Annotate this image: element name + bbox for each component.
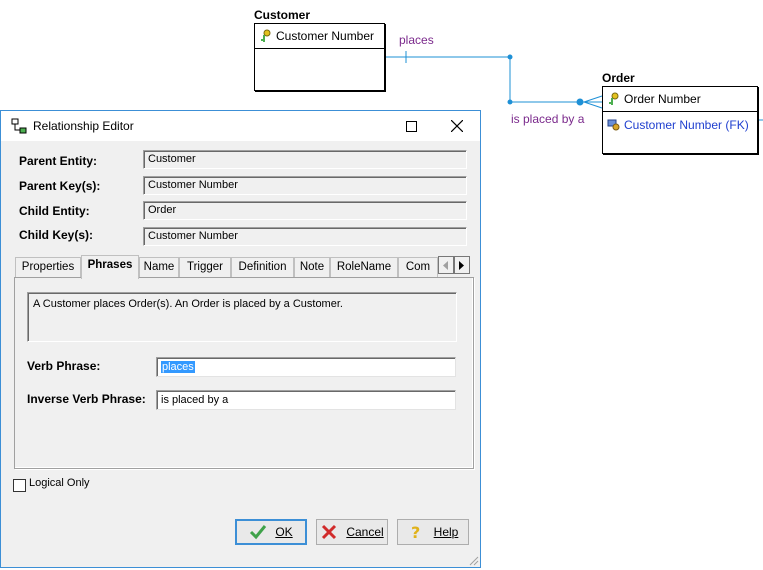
tab-name[interactable]: Name (139, 257, 179, 277)
inverse-verb-phrase-label: Inverse Verb Phrase: (27, 392, 146, 406)
child-keys-label: Child Key(s): (19, 228, 94, 242)
parent-keys-label: Parent Key(s): (19, 179, 101, 193)
ok-button[interactable]: OK (235, 519, 307, 545)
child-keys-field: Customer Number (143, 227, 467, 246)
verb-phrase-input[interactable]: places (156, 357, 456, 377)
chevron-right-icon (459, 260, 464, 270)
customer-entity-title[interactable]: Customer (254, 8, 310, 22)
child-entity-label: Child Entity: (19, 204, 90, 218)
logical-only-label: Logical Only (29, 477, 90, 489)
order-entity-box[interactable]: Order Number Customer Number (FK) (602, 86, 758, 154)
tab-definition[interactable]: Definition (231, 257, 294, 277)
child-entity-field: Order (143, 201, 467, 220)
tab-trigger[interactable]: Trigger (179, 257, 231, 277)
inverse-verb-phrase-input[interactable]: is placed by a (156, 390, 456, 410)
key-icon (609, 92, 619, 105)
close-button[interactable] (434, 111, 480, 141)
cancel-x-icon (322, 524, 337, 540)
key-icon (261, 29, 271, 42)
svg-text:?: ? (411, 523, 420, 541)
parent-entity-label: Parent Entity: (19, 154, 98, 168)
cancel-label: Cancel (346, 525, 384, 539)
customer-entity-box[interactable]: Customer Number (254, 23, 385, 91)
customer-key-row[interactable]: Customer Number (255, 24, 384, 49)
foreign-key-icon (607, 119, 620, 131)
phrase-description: A Customer places Order(s). An Order is … (27, 292, 457, 342)
phrases-tab-panel: A Customer places Order(s). An Order is … (14, 277, 474, 469)
cancel-button[interactable]: Cancel (316, 519, 388, 545)
help-button[interactable]: ? Help (397, 519, 469, 545)
tab-comments[interactable]: Com (398, 257, 438, 277)
tab-rolename[interactable]: RoleName (330, 257, 398, 277)
chevron-left-icon (443, 260, 448, 270)
tab-strip: Properties Phrases Name Trigger Definiti… (15, 255, 471, 279)
customer-key-label: Customer Number (276, 29, 375, 43)
checkmark-icon (250, 525, 267, 540)
order-fk-label: Customer Number (FK) (624, 118, 749, 132)
verb-phrase-label[interactable]: places (399, 33, 434, 47)
dialog-titlebar[interactable]: Relationship Editor (1, 111, 480, 141)
help-question-icon: ? (411, 523, 420, 541)
relationship-app-icon (11, 118, 27, 134)
order-entity-title[interactable]: Order (602, 71, 635, 85)
tab-scroll-right[interactable] (454, 256, 470, 274)
maximize-icon (405, 120, 417, 132)
logical-only-checkbox[interactable] (13, 479, 26, 492)
verb-phrase-label: Verb Phrase: (27, 359, 101, 373)
dialog-title: Relationship Editor (33, 119, 134, 133)
inverse-phrase-label[interactable]: is placed by a (511, 112, 584, 126)
verb-phrase-selected-text: places (161, 361, 195, 373)
ok-label: OK (275, 525, 293, 539)
tab-properties[interactable]: Properties (15, 257, 81, 277)
help-label: Help (433, 525, 459, 539)
resize-grip-icon[interactable] (467, 554, 479, 566)
order-key-label: Order Number (624, 92, 701, 106)
tab-phrases[interactable]: Phrases (81, 255, 139, 279)
tab-note[interactable]: Note (294, 257, 330, 277)
maximize-button[interactable] (388, 111, 434, 141)
parent-entity-field: Customer (143, 150, 467, 169)
order-key-row[interactable]: Order Number (603, 87, 757, 112)
tab-scroll-left[interactable] (438, 256, 454, 274)
close-icon (451, 120, 463, 132)
parent-keys-field: Customer Number (143, 176, 467, 195)
relationship-editor-dialog: Relationship Editor Parent Entity: Custo… (0, 110, 481, 568)
order-fk-row[interactable]: Customer Number (FK) (603, 112, 757, 138)
